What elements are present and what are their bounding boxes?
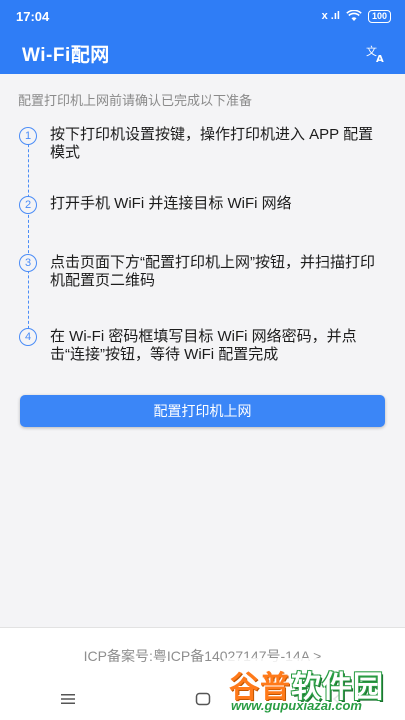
wifi-icon: [346, 10, 362, 21]
watermark-logo: 谷普软件园 www.gupuxiazai.com: [223, 658, 401, 716]
app-bar: Wi-Fi配网 文 A: [0, 32, 405, 74]
status-icons: x .ıl 100: [321, 9, 391, 23]
step-number: 2: [19, 196, 37, 214]
watermark-url: www.gupuxiazai.com: [231, 698, 362, 713]
intro-text: 配置打印机上网前请确认已完成以下准备: [18, 93, 253, 108]
svg-text:A: A: [376, 54, 384, 63]
step-number: 3: [19, 254, 37, 272]
signal-icon: x .ıl: [321, 10, 340, 22]
status-bar: 17:04 x .ıl 100: [0, 0, 405, 32]
battery-indicator: 100: [367, 9, 391, 23]
translate-button[interactable]: 文 A: [363, 40, 389, 66]
menu-button[interactable]: [48, 684, 88, 714]
step-text: 在 Wi-Fi 密码框填写目标 WiFi 网络密码，并点击“连接”按钮，等待 W…: [50, 328, 357, 363]
step-text: 打开手机 WiFi 并连接目标 WiFi 网络: [50, 195, 292, 212]
page-title: Wi-Fi配网: [22, 44, 110, 66]
status-time: 17:04: [16, 8, 50, 24]
step-number: 4: [19, 328, 37, 346]
home-button[interactable]: [183, 684, 223, 714]
menu-icon: [60, 694, 75, 704]
step-number: 1: [19, 127, 37, 145]
step-text: 按下打印机设置按键，操作打印机进入 APP 配置模式: [50, 126, 374, 161]
configure-printer-button[interactable]: 配置打印机上网: [20, 395, 385, 427]
home-icon: [195, 692, 210, 706]
translate-icon: 文 A: [366, 44, 384, 63]
step-text: 点击页面下方“配置打印机上网”按钮，并扫描打印机配置页二维码: [50, 254, 375, 289]
timeline-line: [28, 129, 29, 339]
